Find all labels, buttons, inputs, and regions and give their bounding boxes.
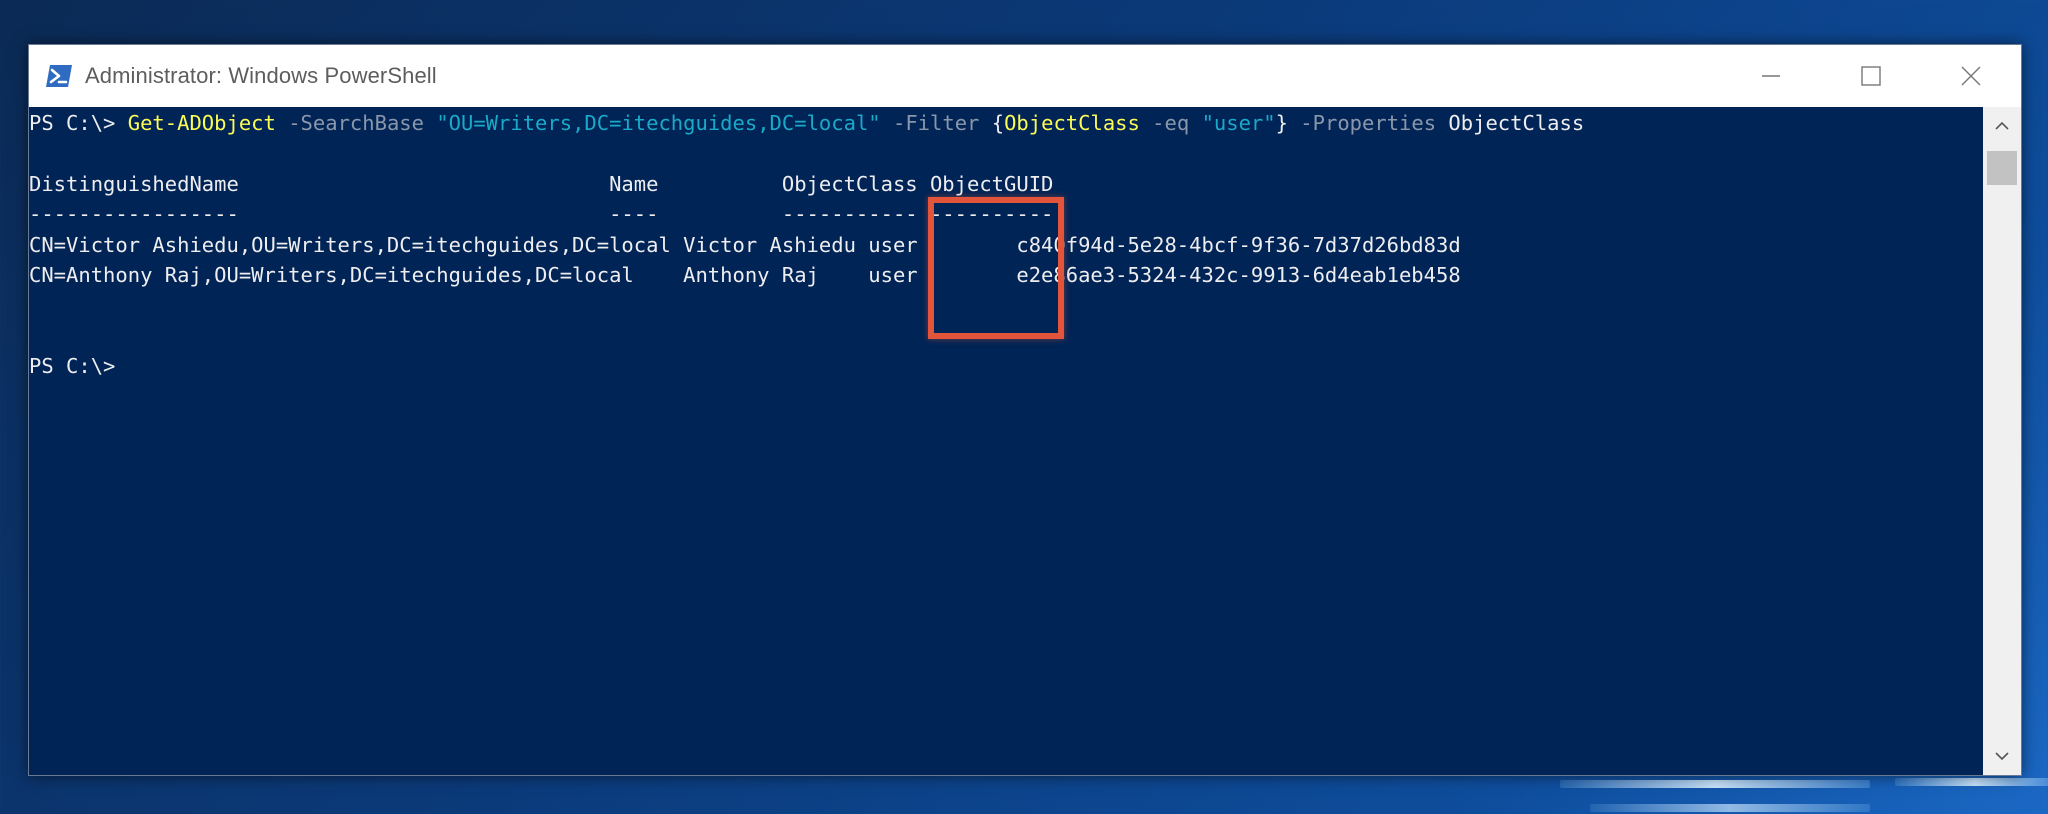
filter-property: ObjectClass xyxy=(1004,111,1140,135)
table-header: DistinguishedName Name ObjectClass Objec… xyxy=(29,172,1054,196)
objectclass-highlight-box xyxy=(928,197,1064,339)
minimize-button[interactable] xyxy=(1721,45,1821,107)
final-prompt: PS C:\> xyxy=(29,354,116,378)
chevron-down-icon xyxy=(1995,752,2009,761)
console-output[interactable]: PS C:\> Get-ADObject -SearchBase "OU=Wri… xyxy=(29,107,1983,775)
properties-value: ObjectClass xyxy=(1448,111,1585,135)
command-line: PS C:\> Get-ADObject -SearchBase "OU=Wri… xyxy=(29,108,1584,139)
parameter-filter: -Filter xyxy=(880,111,992,135)
table-row: CN=Anthony Raj,OU=Writers,DC=itechguides… xyxy=(29,263,1461,287)
scroll-down-button[interactable] xyxy=(1983,737,2021,775)
vertical-scrollbar[interactable] xyxy=(1983,107,2021,775)
desktop-light-streak xyxy=(1560,780,1870,788)
scroll-up-button[interactable] xyxy=(1983,107,2021,145)
parameter-searchbase: -SearchBase xyxy=(275,111,437,135)
close-button[interactable] xyxy=(1921,45,2021,107)
filter-value: "user" xyxy=(1201,111,1276,135)
title-bar[interactable]: Administrator: Windows PowerShell xyxy=(29,45,2021,107)
maximize-icon xyxy=(1861,66,1881,86)
table-row: CN=Victor Ashiedu,OU=Writers,DC=itechgui… xyxy=(29,233,1461,257)
powershell-icon xyxy=(46,65,72,87)
cmdlet-name: Get-ADObject xyxy=(127,111,276,135)
desktop-light-streak xyxy=(1590,804,1870,812)
window-title: Administrator: Windows PowerShell xyxy=(85,63,437,88)
filter-operator: -eq xyxy=(1139,111,1202,135)
powershell-window: Administrator: Windows PowerShell PS C:\… xyxy=(28,44,2022,776)
prompt-text: PS C:\> xyxy=(29,111,128,135)
parameter-properties: -Properties xyxy=(1287,111,1449,135)
chevron-up-icon xyxy=(1995,121,2009,130)
brace-open: { xyxy=(991,111,1005,135)
table-separator: ----------------- ---- ----------- -----… xyxy=(29,202,1054,226)
brace-close: } xyxy=(1275,111,1288,135)
minimize-icon xyxy=(1762,75,1780,77)
desktop-light-streak xyxy=(1895,778,2048,786)
maximize-button[interactable] xyxy=(1821,45,1921,107)
scroll-thumb[interactable] xyxy=(1987,151,2017,185)
searchbase-value: "OU=Writers,DC=itechguides,DC=local" xyxy=(436,111,881,135)
close-icon xyxy=(1961,66,1981,86)
